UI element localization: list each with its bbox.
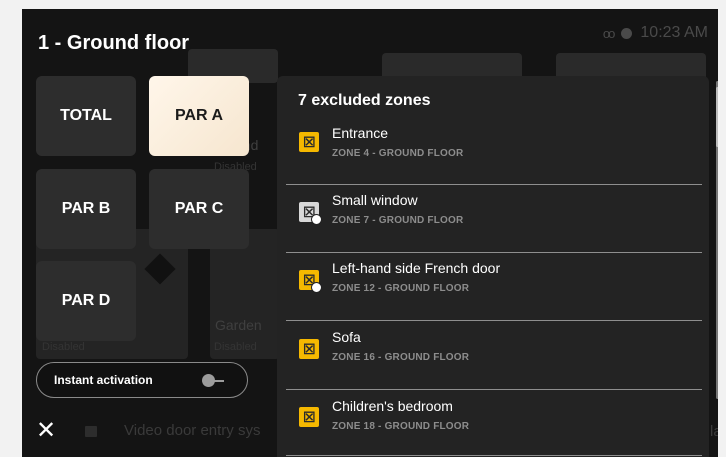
zone-subtitle: ZONE 7 - GROUND FLOOR	[332, 215, 464, 226]
clock: 10:23 AM	[640, 24, 708, 41]
partition-par-a-button[interactable]: PAR A	[149, 76, 249, 156]
zone-item[interactable]: ☒ Sofa ZONE 16 - GROUND FLOOR	[286, 324, 702, 390]
partition-par-c-button[interactable]: PAR C	[149, 169, 249, 249]
partition-label: PAR D	[61, 292, 111, 309]
zone-divider	[286, 455, 702, 456]
bg-video-door-label: Video door entry sys	[124, 422, 261, 439]
close-icon[interactable]: ✕	[36, 419, 56, 443]
panel-title: 7 excluded zones	[298, 92, 431, 109]
partition-par-b-button[interactable]: PAR B	[36, 169, 136, 249]
bg-cut-label: la	[710, 423, 718, 440]
zone-sensor-icon: ☒	[299, 202, 322, 225]
zone-sensor-icon: ☒	[299, 132, 319, 152]
zone-sensor-icon: ☒	[299, 270, 322, 293]
zone-subtitle: ZONE 12 - GROUND FLOOR	[332, 283, 470, 294]
page-title: 1 - Ground floor	[38, 32, 190, 54]
partition-par-d-button[interactable]: PAR D	[36, 261, 136, 341]
frame-border-right	[718, 0, 726, 457]
zone-divider	[286, 252, 702, 253]
zone-subtitle: ZONE 18 - GROUND FLOOR	[332, 421, 470, 432]
zone-divider	[286, 320, 702, 321]
voicemail-icon: oo	[602, 25, 616, 41]
status-area: oo 10:23 AM	[603, 24, 708, 42]
device-frame: und Garden Disabled Disabled Disabled 1 …	[0, 0, 726, 457]
zone-item[interactable]: ☒ Small window ZONE 7 - GROUND FLOOR	[286, 187, 702, 253]
bg-label: Garden	[215, 317, 262, 333]
bypass-badge-icon	[311, 214, 322, 225]
instant-activation-toggle[interactable]: Instant activation	[36, 362, 248, 398]
frame-border-left	[0, 0, 22, 457]
bg-disabled-label: Disabled	[214, 341, 257, 353]
zone-name: Small window	[332, 192, 418, 208]
excluded-zones-panel: 7 excluded zones ☒ Entrance ZONE 4 - GRO…	[277, 76, 709, 457]
zone-item[interactable]: ☒ Children's bedroom ZONE 18 - GROUND FL…	[286, 393, 702, 457]
bypass-badge-icon	[311, 282, 322, 293]
zone-name: Entrance	[332, 125, 389, 141]
toggle-track	[213, 380, 224, 382]
zone-item[interactable]: ☒ Left-hand side French door ZONE 12 - G…	[286, 255, 702, 321]
partition-total-button[interactable]: TOTAL	[36, 76, 136, 156]
partition-label: PAR A	[175, 107, 223, 124]
zone-name: Children's bedroom	[332, 398, 453, 414]
bg-disabled-label: Disabled	[42, 341, 85, 353]
instant-activation-label: Instant activation	[54, 373, 153, 387]
screen: und Garden Disabled Disabled Disabled 1 …	[22, 9, 718, 457]
zone-sensor-icon: ☒	[299, 407, 319, 427]
frame-border-top	[0, 0, 726, 9]
partition-label: PAR B	[61, 200, 111, 217]
zone-name: Left-hand side French door	[332, 260, 501, 276]
record-dot-icon	[621, 27, 633, 39]
partition-label: TOTAL	[60, 107, 112, 124]
zone-divider	[286, 389, 702, 390]
zone-item[interactable]: ☒ Entrance ZONE 4 - GROUND FLOOR	[286, 120, 702, 186]
zone-subtitle: ZONE 16 - GROUND FLOOR	[332, 352, 470, 363]
home-icon	[85, 426, 97, 437]
partition-label: PAR C	[174, 200, 224, 217]
scrollbar-thumb[interactable]	[716, 87, 718, 147]
zone-sensor-icon: ☒	[299, 339, 319, 359]
zone-subtitle: ZONE 4 - GROUND FLOOR	[332, 148, 464, 159]
zone-divider	[286, 184, 702, 185]
zone-name: Sofa	[332, 329, 361, 345]
